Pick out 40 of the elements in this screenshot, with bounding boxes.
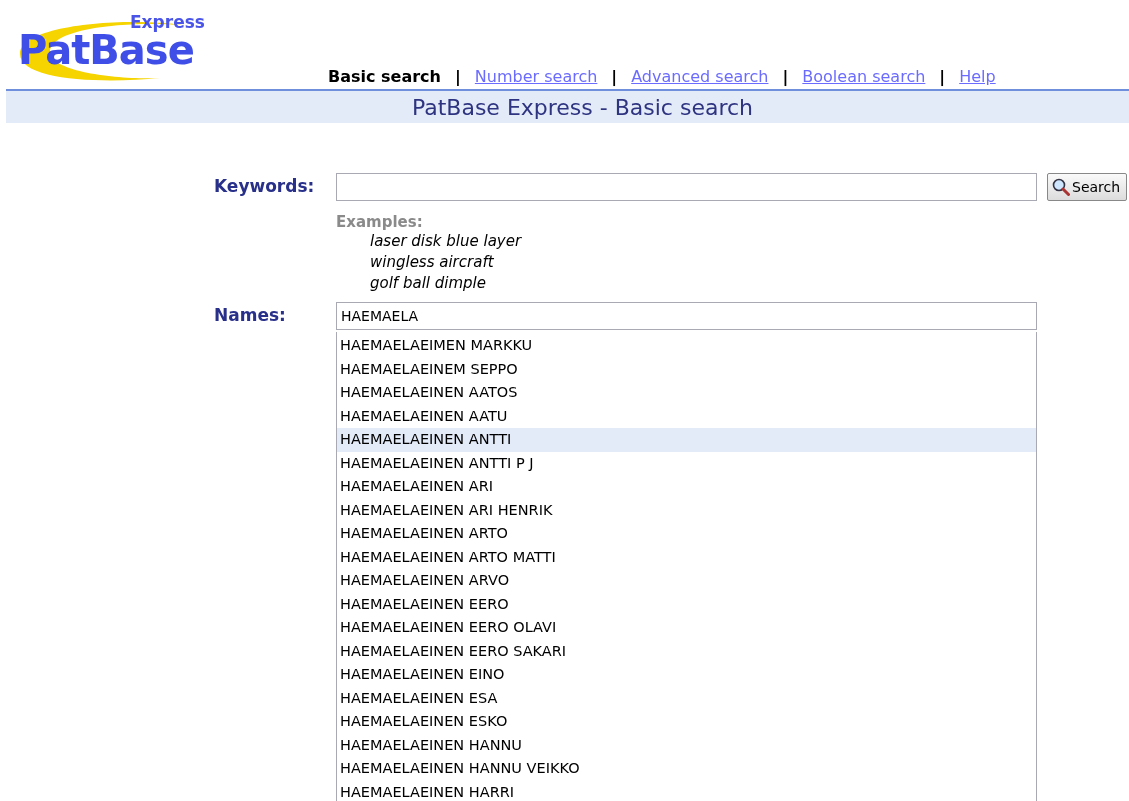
suggestion-item[interactable]: HAEMAELAEINEN ANTTI P J — [337, 451, 1036, 475]
separator: | — [939, 67, 946, 86]
suggestion-item[interactable]: HAEMAELAEINEN ARVO — [337, 569, 1036, 593]
suggestion-item[interactable]: HAEMAELAEINEN HANNU VEIKKO — [337, 757, 1036, 781]
suggestion-item[interactable]: HAEMAELAEINEN ARI HENRIK — [337, 498, 1036, 522]
names-field[interactable]: HAEMAELA — [336, 302, 1037, 330]
suggestion-item[interactable]: HAEMAELAEINEM SEPPO — [337, 357, 1036, 381]
suggestion-item[interactable]: HAEMAELAEINEN ANTTI — [337, 428, 1036, 452]
field-label: Keywords: — [214, 175, 316, 196]
nav-link[interactable]: Number search — [474, 67, 598, 86]
examples-heading: Examples: — [336, 213, 424, 231]
nav-link[interactable]: Advanced search — [631, 67, 769, 86]
suggestion-item[interactable]: HAEMAELAEINEN ESA — [337, 686, 1036, 710]
suggestion-item[interactable]: HAEMAELAEINEN ARI — [337, 475, 1036, 499]
keywords-field[interactable] — [336, 173, 1037, 201]
example-text: laser disk blue layer — [370, 231, 523, 252]
search-icon — [1052, 178, 1070, 196]
search-button[interactable]: Search — [1047, 173, 1128, 201]
suggestion-item[interactable]: HAEMAELAEINEN AATU — [337, 404, 1036, 428]
suggestion-item[interactable]: HAEMAELAEINEN AATOS — [337, 381, 1036, 405]
suggestion-item[interactable]: HAEMAELAEINEN ESKO — [337, 710, 1036, 734]
suggestion-item[interactable]: HAEMAELAEINEN EERO — [337, 592, 1036, 616]
suggestion-item[interactable]: HAEMAELAEINEN ARTO — [337, 522, 1036, 546]
page-title: PatBase Express - Basic search — [411, 94, 754, 120]
example-text: golf ball dimple — [370, 273, 487, 294]
suggestion-item[interactable]: HAEMAELAEINEN EINO — [337, 663, 1036, 687]
separator: | — [455, 67, 461, 86]
nav-link[interactable]: Boolean search — [802, 67, 926, 86]
example-text: wingless aircraft — [370, 252, 495, 273]
suggestion-item[interactable]: HAEMAELAEINEN HANNU — [337, 733, 1036, 757]
suggestion-item[interactable]: HAEMAELAEINEN ARTO MATTI — [337, 545, 1036, 569]
suggestion-item[interactable]: HAEMAELAEINEN HARRI — [337, 780, 1036, 801]
suggestion-item[interactable]: HAEMAELAEINEN EERO SAKARI — [337, 639, 1036, 663]
suggestion-item[interactable]: HAEMAELAEIMEN MARKKU — [337, 334, 1036, 358]
field-label: Names: — [214, 304, 287, 325]
suggestion-item[interactable]: HAEMAELAEINEN EERO OLAVI — [337, 616, 1036, 640]
separator: | — [782, 67, 789, 86]
separator: | — [611, 67, 618, 86]
nav-link[interactable]: Basic search — [328, 67, 441, 86]
nav-link[interactable]: Help — [959, 67, 996, 86]
